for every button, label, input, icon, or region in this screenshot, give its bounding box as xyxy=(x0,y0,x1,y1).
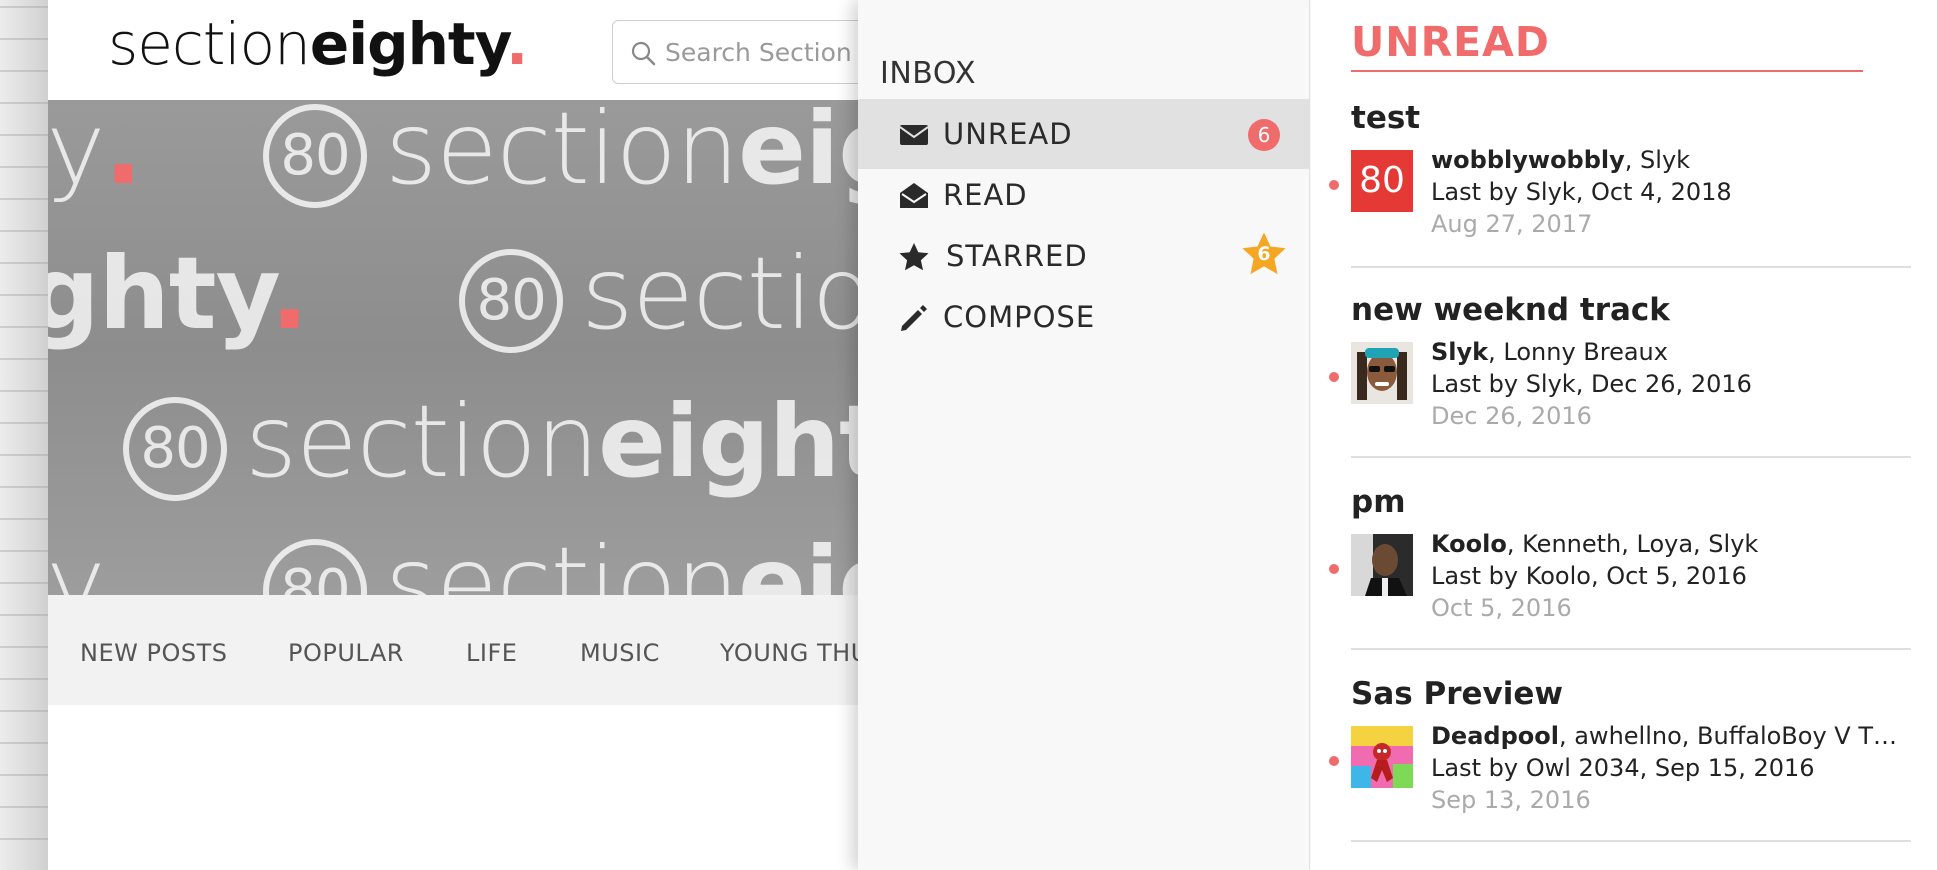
conversation-last-reply[interactable]: Last by Koolo, Oct 5, 2016 xyxy=(1431,560,1911,592)
conversation-starter[interactable]: Deadpool xyxy=(1431,722,1559,750)
conversation-title[interactable]: new weeknd track xyxy=(1351,292,1670,328)
unread-dot xyxy=(1329,372,1339,382)
conversation-starter[interactable]: wobblywobbly xyxy=(1431,146,1625,174)
banner-watermark: ty. 80sectioneighty xyxy=(48,100,868,208)
star-icon xyxy=(899,243,929,271)
conversation-date: Dec 26, 2016 xyxy=(1431,402,1592,430)
folder-compose[interactable]: COMPOSE xyxy=(858,282,1310,352)
avatar[interactable]: 80 xyxy=(1351,150,1413,212)
pencil-icon xyxy=(901,305,927,331)
conversation-title[interactable]: pm xyxy=(1351,484,1406,520)
conversation-date: Aug 27, 2017 xyxy=(1431,210,1593,238)
open-envelope-icon xyxy=(900,183,928,208)
nav-new-posts[interactable]: NEW POSTS xyxy=(80,639,227,667)
conversation-starter[interactable]: Slyk xyxy=(1431,338,1488,366)
unread-dot xyxy=(1329,564,1339,574)
avatar-image xyxy=(1351,342,1413,404)
folder-read[interactable]: READ xyxy=(858,160,1310,230)
conversation-last-reply[interactable]: Last by Owl 2034, Sep 15, 2016 xyxy=(1431,752,1911,784)
unread-dot xyxy=(1329,756,1339,766)
site-header: sectioneighty. xyxy=(48,0,912,100)
avatar[interactable] xyxy=(1351,342,1413,404)
nav-music[interactable]: MUSIC xyxy=(580,639,660,667)
banner-watermark: 80sectioneighty. xyxy=(123,383,868,501)
search-icon xyxy=(631,41,656,66)
conversation-item[interactable]: pm Koolo, Kenneth, Loya, Slyk Last by Ko… xyxy=(1329,484,1911,650)
starred-count-badge: 6 xyxy=(1241,231,1287,277)
brick-wall-background xyxy=(0,0,48,870)
inbox-title: INBOX xyxy=(880,56,977,91)
conversation-item[interactable]: Sas Preview Deadpool, awhellno, BuffaloB… xyxy=(1329,676,1911,842)
avatar[interactable] xyxy=(1351,726,1413,788)
conversation-participants: Deadpool, awhellno, BuffaloBoy V Th... xyxy=(1431,722,1911,750)
conversation-participants: wobblywobbly, Slyk xyxy=(1431,146,1691,174)
conversation-participants: Koolo, Kenneth, Loya, Slyk xyxy=(1431,530,1759,558)
folder-unread[interactable]: UNREAD 6 xyxy=(858,99,1310,169)
unread-heading: UNREAD xyxy=(1351,18,1863,72)
banner-watermark: ty. 80sectioneighty xyxy=(48,525,868,595)
conversation-title[interactable]: Sas Preview xyxy=(1351,676,1563,712)
unread-column: UNREAD test 80 wobblywobbly, Slyk Last b… xyxy=(1311,0,1937,870)
avatar[interactable] xyxy=(1351,534,1413,596)
unread-count-badge: 6 xyxy=(1248,119,1280,151)
conversation-last-reply[interactable]: Last by Slyk, Oct 4, 2018 xyxy=(1431,176,1911,208)
banner-watermark: ghty. 80sectioneighty xyxy=(48,235,868,353)
conversation-participants: Slyk, Lonny Breaux xyxy=(1431,338,1668,366)
hero-banner: ty. 80sectioneighty ghty. 80sectioneight… xyxy=(48,100,868,595)
conversation-date: Sep 13, 2016 xyxy=(1431,786,1591,814)
conversation-last-reply[interactable]: Last by Slyk, Dec 26, 2016 xyxy=(1431,368,1911,400)
folder-starred[interactable]: STARRED 6 xyxy=(858,221,1310,291)
site-nav: NEW POSTS POPULAR LIFE MUSIC YOUNG THUG xyxy=(48,595,887,705)
avatar-image xyxy=(1351,726,1413,788)
conversation-item[interactable]: new weeknd track Slyk, Lonny Breaux Last… xyxy=(1329,292,1911,458)
envelope-icon xyxy=(899,125,929,145)
conversation-item[interactable]: test 80 wobblywobbly, Slyk Last by Slyk,… xyxy=(1329,100,1911,268)
inbox-panel: INBOX UNREAD 6 READ STARRED 6 COMPOSE xyxy=(858,0,1310,870)
conversation-date: Oct 5, 2016 xyxy=(1431,594,1572,622)
unread-dot xyxy=(1329,180,1339,190)
conversation-starter[interactable]: Koolo xyxy=(1431,530,1507,558)
site-logo[interactable]: sectioneighty. xyxy=(108,10,528,78)
avatar-image xyxy=(1351,534,1413,596)
nav-life[interactable]: LIFE xyxy=(466,639,517,667)
conversation-title[interactable]: test xyxy=(1351,100,1420,136)
nav-popular[interactable]: POPULAR xyxy=(288,639,404,667)
